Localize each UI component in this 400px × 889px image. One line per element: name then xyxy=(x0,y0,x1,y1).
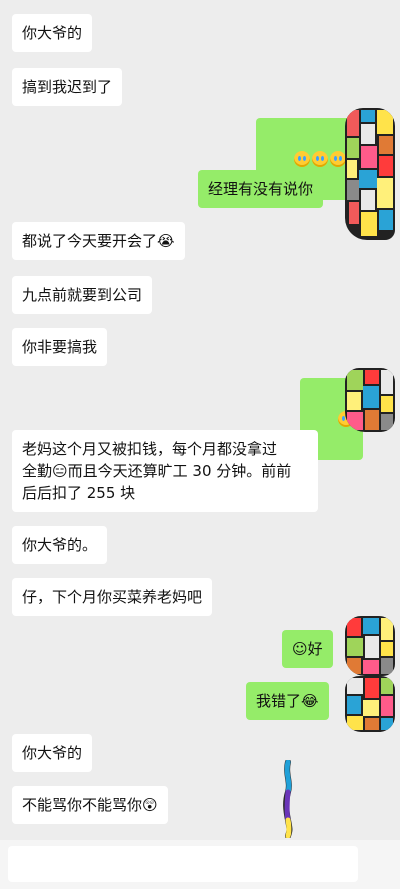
message-bubble[interactable]: 仔，下个月你买菜养老妈吧 xyxy=(12,578,213,616)
chat-input-bar xyxy=(0,840,400,889)
message-bubble[interactable]: 我错了😂 xyxy=(246,682,329,720)
message-text: ☺好 xyxy=(292,640,323,658)
message-bubble[interactable]: 你大爷的。 xyxy=(12,526,108,564)
message-text: 你大爷的。 xyxy=(22,536,98,554)
mosaic-avatar-icon[interactable] xyxy=(345,108,395,240)
message-bubble[interactable]: 搞到我迟到了 xyxy=(12,68,123,106)
message-text: 经理有没有说你 xyxy=(208,180,314,198)
message-right: 我错了😂 xyxy=(246,682,329,720)
chat-history: 你大爷的 搞到我迟到了 经理有没有说你 都说了今天要开会了😭 九点前就要到公司 … xyxy=(0,0,400,889)
message-left: 不能骂你不能骂你😲 xyxy=(12,786,168,824)
message-left: 你非要搞我 xyxy=(12,328,108,366)
message-left: 你大爷的。 xyxy=(12,526,108,564)
mosaic-avatar-icon[interactable] xyxy=(345,616,395,676)
message-right: 经理有没有说你 xyxy=(198,170,324,208)
message-text: 不能骂你不能骂你😲 xyxy=(22,796,158,814)
message-right: ☺好 xyxy=(282,630,333,668)
message-left: 九点前就要到公司 xyxy=(12,276,153,314)
message-bubble[interactable]: 老妈这个月又被扣钱，每个月都没拿过 全勤😑而且今天还算旷工 30 分钟。前前 后… xyxy=(12,430,318,512)
message-bubble[interactable]: 你非要搞我 xyxy=(12,328,108,366)
message-left: 你大爷的 xyxy=(12,14,93,52)
message-text: 老妈这个月又被扣钱，每个月都没拿过 全勤😑而且今天还算旷工 30 分钟。前前 后… xyxy=(22,440,292,502)
message-bubble[interactable]: 都说了今天要开会了😭 xyxy=(12,222,185,260)
message-text: 你大爷的 xyxy=(22,24,83,42)
laugh-cry-emoji xyxy=(311,151,328,167)
message-bubble[interactable]: 不能骂你不能骂你😲 xyxy=(12,786,168,824)
message-text: 九点前就要到公司 xyxy=(22,286,143,304)
message-left: 老妈这个月又被扣钱，每个月都没拿过 全勤😑而且今天还算旷工 30 分钟。前前 后… xyxy=(12,430,318,512)
mosaic-avatar-icon[interactable] xyxy=(345,368,395,432)
message-text: 你大爷的 xyxy=(22,744,83,762)
message-input[interactable] xyxy=(8,846,358,882)
laugh-cry-emoji xyxy=(329,151,346,167)
message-left: 搞到我迟到了 xyxy=(12,68,123,106)
message-text: 我错了😂 xyxy=(256,692,319,710)
message-text: 仔，下个月你买菜养老妈吧 xyxy=(22,588,203,606)
message-left: 你大爷的 xyxy=(12,734,93,772)
message-left: 都说了今天要开会了😭 xyxy=(12,222,185,260)
scribble-decoration xyxy=(283,760,293,838)
message-bubble[interactable]: ☺好 xyxy=(282,630,333,668)
mosaic-avatar-icon[interactable] xyxy=(345,676,395,732)
message-bubble[interactable]: 九点前就要到公司 xyxy=(12,276,153,314)
message-text: 都说了今天要开会了😭 xyxy=(22,232,175,250)
message-text: 搞到我迟到了 xyxy=(22,78,113,96)
laugh-cry-emoji xyxy=(293,151,310,167)
message-bubble[interactable]: 你大爷的 xyxy=(12,14,93,52)
message-bubble[interactable]: 你大爷的 xyxy=(12,734,93,772)
message-text: 你非要搞我 xyxy=(22,338,98,356)
message-left: 仔，下个月你买菜养老妈吧 xyxy=(12,578,213,616)
message-bubble[interactable]: 经理有没有说你 xyxy=(198,170,324,208)
